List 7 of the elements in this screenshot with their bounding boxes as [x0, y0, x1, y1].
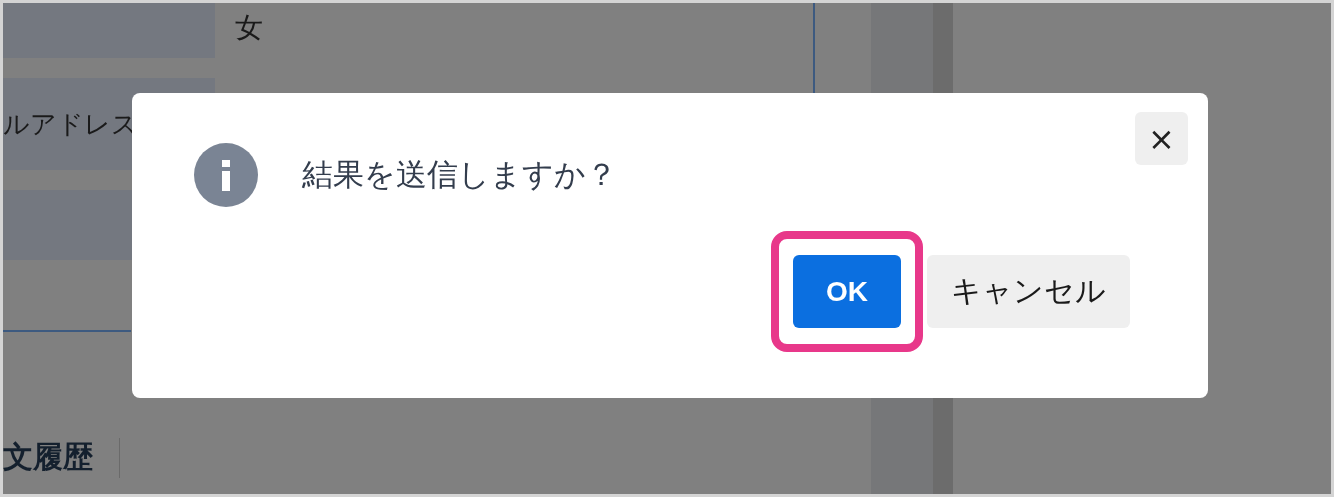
info-icon	[194, 143, 258, 207]
ok-button[interactable]: OK	[793, 255, 901, 328]
close-button[interactable]: ×	[1135, 112, 1188, 165]
cancel-button[interactable]: キャンセル	[927, 255, 1130, 328]
form-value: 女	[234, 10, 264, 46]
section-title: 文履歴	[3, 438, 93, 476]
dialog-message: 結果を送信しますか？	[302, 155, 617, 194]
